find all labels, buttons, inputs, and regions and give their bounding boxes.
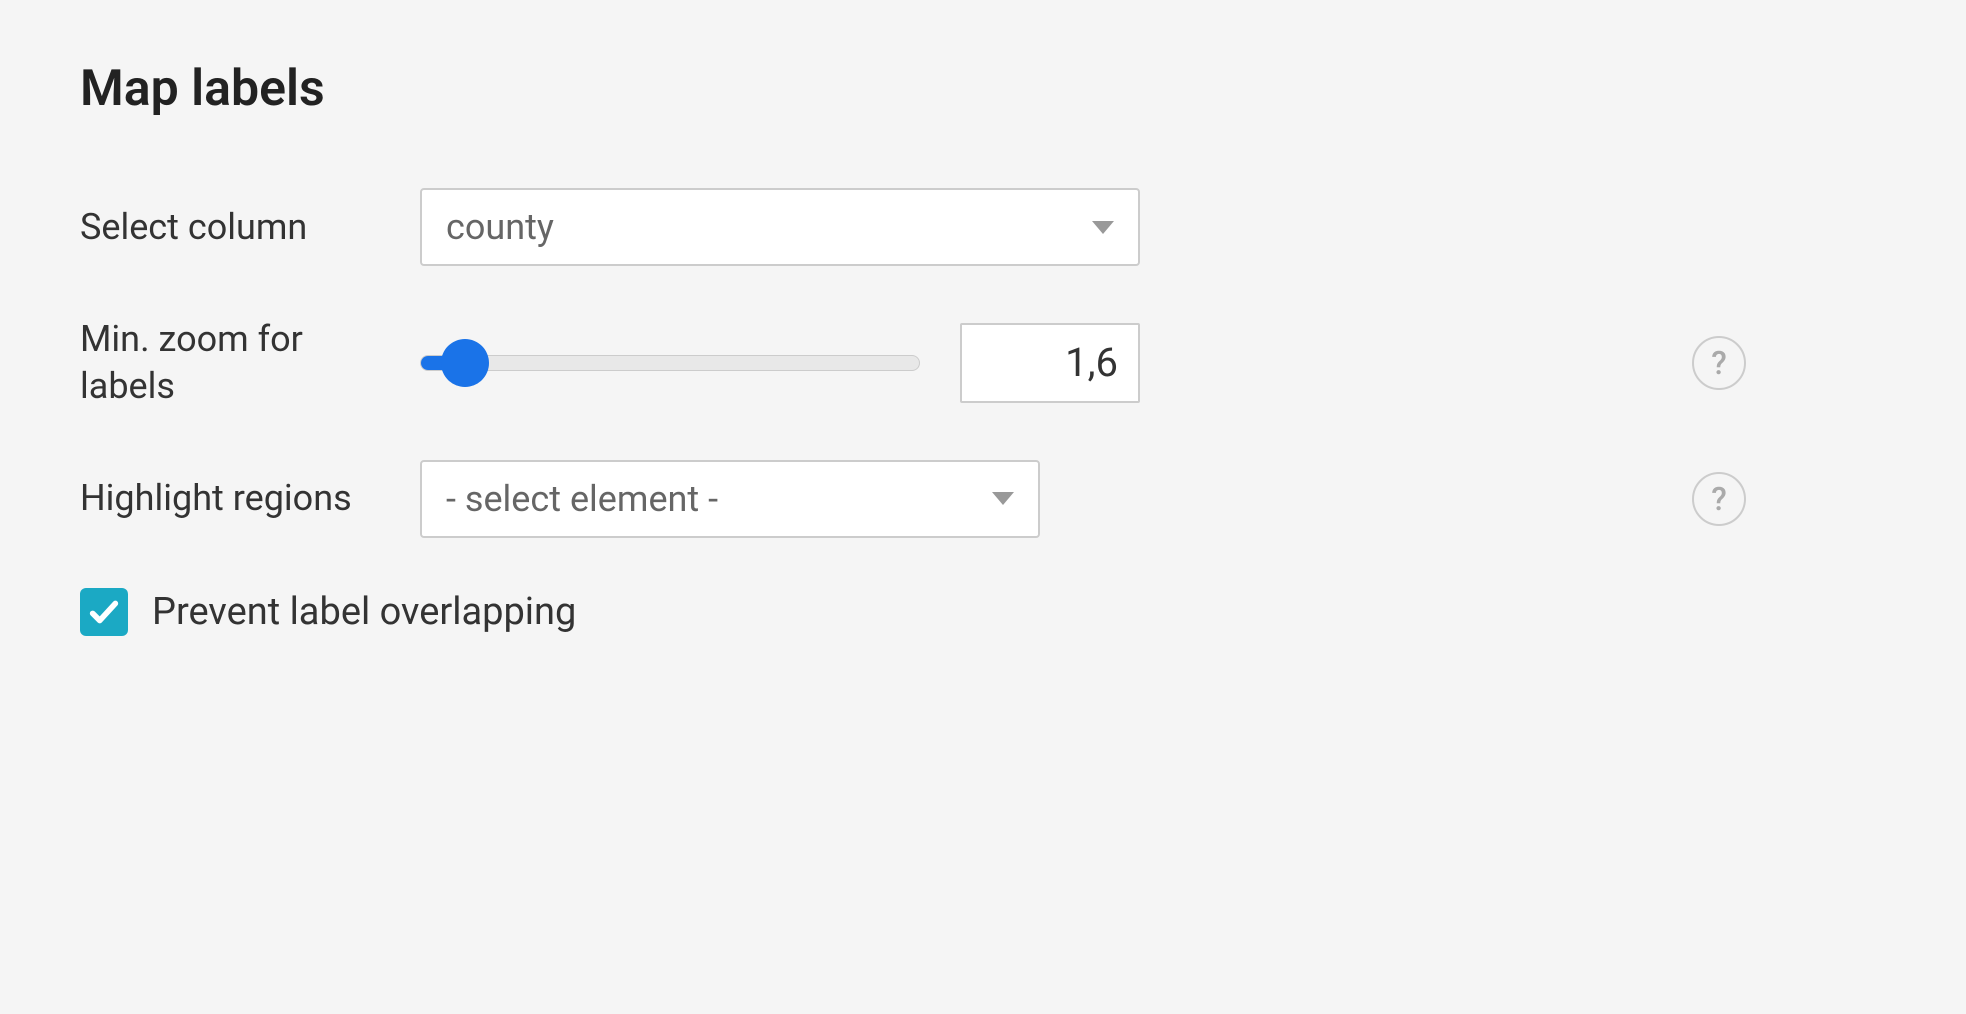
chevron-down-icon xyxy=(1092,221,1114,234)
min-zoom-slider[interactable] xyxy=(420,338,920,388)
section-title: Map labels xyxy=(80,60,1886,118)
prevent-overlap-checkbox[interactable] xyxy=(80,588,128,636)
min-zoom-label: Min. zoom for labels xyxy=(80,316,400,410)
min-zoom-value: 1,6 xyxy=(1065,339,1118,386)
help-icon[interactable]: ? xyxy=(1692,472,1746,526)
highlight-regions-dropdown[interactable]: - select element - xyxy=(420,460,1040,538)
select-column-row: Select column county xyxy=(80,188,1886,266)
help-icon[interactable]: ? xyxy=(1692,336,1746,390)
highlight-regions-value: - select element - xyxy=(446,478,718,520)
highlight-regions-row: Highlight regions - select element - ? xyxy=(80,460,1886,538)
highlight-regions-label: Highlight regions xyxy=(80,475,400,522)
slider-thumb[interactable] xyxy=(441,339,489,387)
select-column-value: county xyxy=(446,206,554,248)
prevent-overlap-row: Prevent label overlapping xyxy=(80,588,1886,636)
min-zoom-row: Min. zoom for labels 1,6 ? xyxy=(80,316,1886,410)
check-icon xyxy=(87,595,121,629)
select-column-dropdown[interactable]: county xyxy=(420,188,1140,266)
select-column-label: Select column xyxy=(80,204,400,251)
chevron-down-icon xyxy=(992,492,1014,505)
min-zoom-input[interactable]: 1,6 xyxy=(960,323,1140,403)
prevent-overlap-label: Prevent label overlapping xyxy=(152,590,576,634)
slider-track xyxy=(420,355,920,371)
min-zoom-slider-container: 1,6 xyxy=(420,323,1140,403)
